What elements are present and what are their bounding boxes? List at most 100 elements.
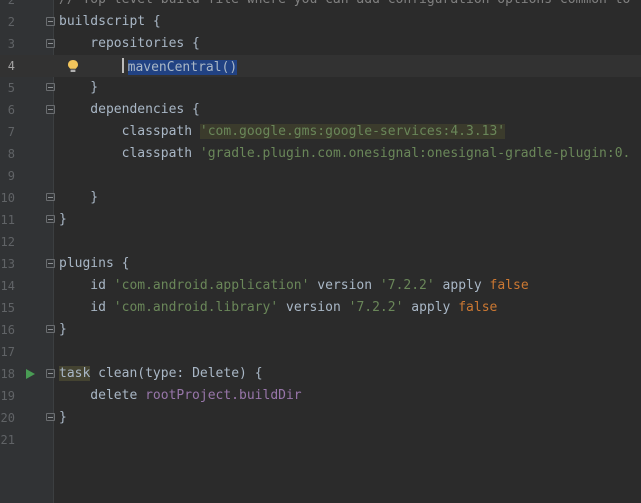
line-number[interactable]: 11 xyxy=(0,212,15,228)
code-token: } xyxy=(59,190,99,205)
code-line[interactable]: 11} xyxy=(0,209,641,231)
code-token: '7.2.2' xyxy=(348,300,404,315)
code-line[interactable]: 15 id 'com.android.library' version '7.2… xyxy=(0,297,641,319)
code-line[interactable]: 10 } xyxy=(0,187,641,209)
code-line[interactable]: 7 classpath 'com.google.gms:google-servi… xyxy=(0,121,641,143)
code-text[interactable]: task clean(type: Delete) { xyxy=(59,366,263,382)
line-number[interactable]: 6 xyxy=(0,102,15,118)
code-line[interactable]: 3 repositories { xyxy=(0,33,641,55)
line-number[interactable]: 7 xyxy=(0,124,15,140)
line-number[interactable]: 8 xyxy=(0,146,15,162)
code-token: buildscript { xyxy=(59,14,161,29)
code-token: id xyxy=(59,300,114,315)
text-caret xyxy=(121,58,124,73)
line-number[interactable]: 19 xyxy=(0,388,15,404)
code-line[interactable]: 16} xyxy=(0,319,641,341)
code-token: '7.2.2' xyxy=(379,278,435,293)
code-token: clean( xyxy=(90,366,146,381)
code-token: id xyxy=(59,278,114,293)
fold-marker-icon[interactable] xyxy=(46,259,55,268)
code-token: version xyxy=(278,300,349,315)
code-token: rootProject.buildDir xyxy=(145,388,302,403)
code-text[interactable]: dependencies { xyxy=(59,102,200,118)
code-line[interactable]: 4 mavenCentral() xyxy=(0,55,641,77)
code-token: } xyxy=(59,322,67,337)
code-token: type xyxy=(145,366,177,381)
code-line[interactable]: 6 dependencies { xyxy=(0,99,641,121)
code-line[interactable]: 13 plugins { xyxy=(0,253,641,275)
code-text[interactable]: delete rootProject.buildDir xyxy=(59,388,302,404)
code-text[interactable]: // Top-level build file where you can ad… xyxy=(59,0,630,8)
code-text[interactable]: classpath 'com.google.gms:google-service… xyxy=(59,124,506,140)
code-text[interactable]: plugins { xyxy=(59,256,129,272)
fold-marker-icon[interactable] xyxy=(46,105,55,114)
code-token: classpath xyxy=(59,124,200,139)
line-number[interactable]: 16 xyxy=(0,322,15,338)
line-number[interactable]: 9 xyxy=(0,168,15,184)
code-token: apply xyxy=(434,278,490,293)
code-token: false xyxy=(489,278,529,293)
code-token: } xyxy=(59,410,67,425)
line-number[interactable]: 20 xyxy=(0,410,15,426)
code-text[interactable]: } xyxy=(59,212,67,228)
code-line[interactable]: 12 xyxy=(0,231,641,253)
run-gutter-icon[interactable] xyxy=(24,368,36,380)
fold-marker-icon[interactable] xyxy=(46,17,55,26)
code-text[interactable]: } xyxy=(59,322,67,338)
code-line[interactable]: 20} xyxy=(0,407,641,429)
code-line[interactable]: 9 xyxy=(0,165,641,187)
line-number[interactable]: 18 xyxy=(0,366,15,382)
code-line[interactable]: 2 buildscript { xyxy=(0,11,641,33)
line-number[interactable]: 3 xyxy=(0,36,15,52)
code-token: } xyxy=(59,212,67,227)
code-line[interactable]: 18 task clean(type: Delete) { xyxy=(0,363,641,385)
line-number[interactable]: 13 xyxy=(0,256,15,272)
code-token: } xyxy=(59,80,99,95)
code-token: plugins { xyxy=(59,256,130,271)
fold-marker-icon[interactable] xyxy=(46,325,55,333)
code-token: : Delete) { xyxy=(176,366,263,381)
line-number[interactable]: 15 xyxy=(0,300,15,316)
code-token: classpath xyxy=(59,146,200,161)
code-text[interactable]: repositories { xyxy=(59,36,200,52)
code-token: mavenCentral() xyxy=(127,60,238,75)
line-number[interactable]: 21 xyxy=(0,432,15,448)
code-text[interactable]: } xyxy=(59,190,98,206)
code-token: // Top-level build file where you can ad… xyxy=(59,0,630,7)
code-text[interactable]: mavenCentral() xyxy=(59,58,238,75)
fold-marker-icon[interactable] xyxy=(46,369,55,378)
code-token: 'com.android.library' xyxy=(113,300,279,315)
code-text[interactable]: classpath 'gradle.plugin.com.onesignal:o… xyxy=(59,146,631,162)
code-token: delete xyxy=(59,388,146,403)
line-number[interactable]: 17 xyxy=(0,344,15,360)
fold-marker-icon[interactable] xyxy=(46,215,55,223)
code-line[interactable]: 5 } xyxy=(0,77,641,99)
line-number[interactable]: 2 xyxy=(0,14,15,30)
fold-marker-icon[interactable] xyxy=(46,39,55,48)
code-text[interactable]: } xyxy=(59,80,98,96)
code-text[interactable]: id 'com.android.library' version '7.2.2'… xyxy=(59,300,497,316)
code-line[interactable]: 19 delete rootProject.buildDir xyxy=(0,385,641,407)
code-line[interactable]: 2 // Top-level build file where you can a… xyxy=(0,0,641,11)
code-line[interactable]: 8 classpath 'gradle.plugin.com.onesignal… xyxy=(0,143,641,165)
code-line[interactable]: 21 xyxy=(0,429,641,451)
fold-marker-icon[interactable] xyxy=(46,413,55,421)
code-text[interactable]: id 'com.android.application' version '7.… xyxy=(59,278,529,294)
code-line[interactable]: 14 id 'com.android.application' version … xyxy=(0,275,641,297)
code-editor[interactable]: 2 // Top-level build file where you can a… xyxy=(0,0,641,503)
line-number[interactable]: 4 xyxy=(0,58,15,74)
code-line[interactable]: 17 xyxy=(0,341,641,363)
fold-marker-icon[interactable] xyxy=(46,193,55,201)
line-number[interactable]: 5 xyxy=(0,80,15,96)
code-text[interactable]: buildscript { xyxy=(59,14,161,30)
line-number[interactable]: 2 xyxy=(0,0,15,8)
code-token: 'gradle.plugin.com.onesignal:onesignal-g… xyxy=(199,146,631,161)
line-number[interactable]: 10 xyxy=(0,190,15,206)
code-text[interactable]: } xyxy=(59,410,67,426)
line-number[interactable]: 14 xyxy=(0,278,15,294)
code-token: version xyxy=(309,278,380,293)
code-token: repositories { xyxy=(59,36,200,51)
fold-marker-icon[interactable] xyxy=(46,83,55,91)
line-number[interactable]: 12 xyxy=(0,234,15,250)
